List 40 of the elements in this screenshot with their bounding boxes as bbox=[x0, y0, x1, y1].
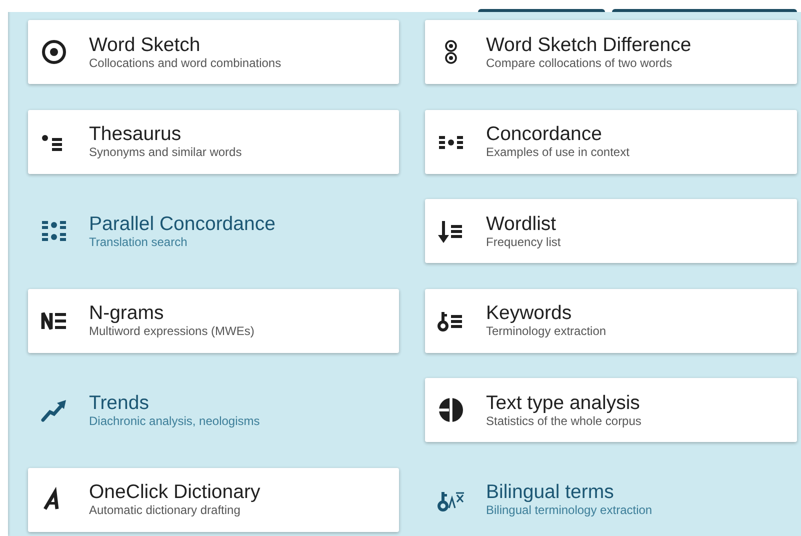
tool-description: Statistics of the whole corpus bbox=[486, 414, 642, 428]
tool-description: Multiword expressions (MWEs) bbox=[89, 324, 254, 339]
target-icon bbox=[40, 38, 68, 66]
tool-title: Concordance bbox=[486, 123, 603, 145]
tool-title: Bilingual terms bbox=[486, 481, 615, 503]
tool-description: Synonyms and similar words bbox=[89, 145, 242, 160]
tool-title: Text type analysis bbox=[486, 392, 641, 414]
tool-title: Word Sketch Difference bbox=[486, 34, 692, 56]
tool-description: Translation search bbox=[89, 234, 188, 250]
tool-card[interactable]: Text type analysis Statistics of the whole corpus bbox=[425, 378, 797, 442]
tool-card[interactable]: Word Sketch Collocations and word combinations bbox=[28, 20, 399, 84]
tool-title: Keywords bbox=[486, 302, 573, 324]
tool-description: Examples of use in context bbox=[486, 145, 630, 160]
tool-link[interactable]: Parallel Concordance Translation search bbox=[28, 199, 399, 263]
tool-title: N-grams bbox=[89, 302, 165, 324]
tool-description: Compare collocations of two words bbox=[486, 56, 674, 70]
tool-description: Frequency list bbox=[486, 234, 561, 250]
split-circle-icon bbox=[437, 396, 465, 424]
tool-description: Automatic dictionary drafting bbox=[89, 503, 242, 518]
tool-title: Thesaurus bbox=[89, 123, 182, 145]
tool-description: Bilingual terminology extraction bbox=[486, 503, 652, 518]
tool-title: Word Sketch bbox=[89, 34, 202, 56]
tool-card[interactable]: Keywords Terminology extraction bbox=[425, 288, 797, 352]
tab-edge[interactable] bbox=[612, 9, 797, 12]
tool-card[interactable]: Concordance Examples of use in context bbox=[425, 110, 797, 174]
tool-card[interactable]: Word Sketch Difference Compare collocations of two words bbox=[425, 20, 797, 84]
tool-card[interactable]: OneClick Dictionary Automatic dictionary drafting bbox=[28, 468, 399, 532]
tool-link[interactable]: Bilingual terms Bilingual terminology extraction bbox=[425, 468, 797, 532]
tool-card[interactable]: Thesaurus Synonyms and similar words bbox=[28, 110, 399, 174]
tool-card[interactable]: N-grams Multiword expressions (MWEs) bbox=[28, 288, 399, 352]
tool-description: Terminology extraction bbox=[486, 324, 606, 339]
tool-card[interactable]: Wordlist Frequency list bbox=[425, 199, 797, 263]
tool-title: Parallel Concordance bbox=[89, 212, 276, 234]
tool-description: Collocations and word combinations bbox=[89, 56, 282, 70]
tool-link[interactable]: Trends Diachronic analysis, neologisms bbox=[28, 378, 399, 442]
tab-edge[interactable] bbox=[478, 9, 605, 12]
tool-title: OneClick Dictionary bbox=[89, 481, 260, 503]
tool-description: Diachronic analysis, neologisms bbox=[89, 414, 260, 428]
tool-title: Wordlist bbox=[486, 212, 558, 234]
tool-title: Trends bbox=[89, 392, 150, 414]
